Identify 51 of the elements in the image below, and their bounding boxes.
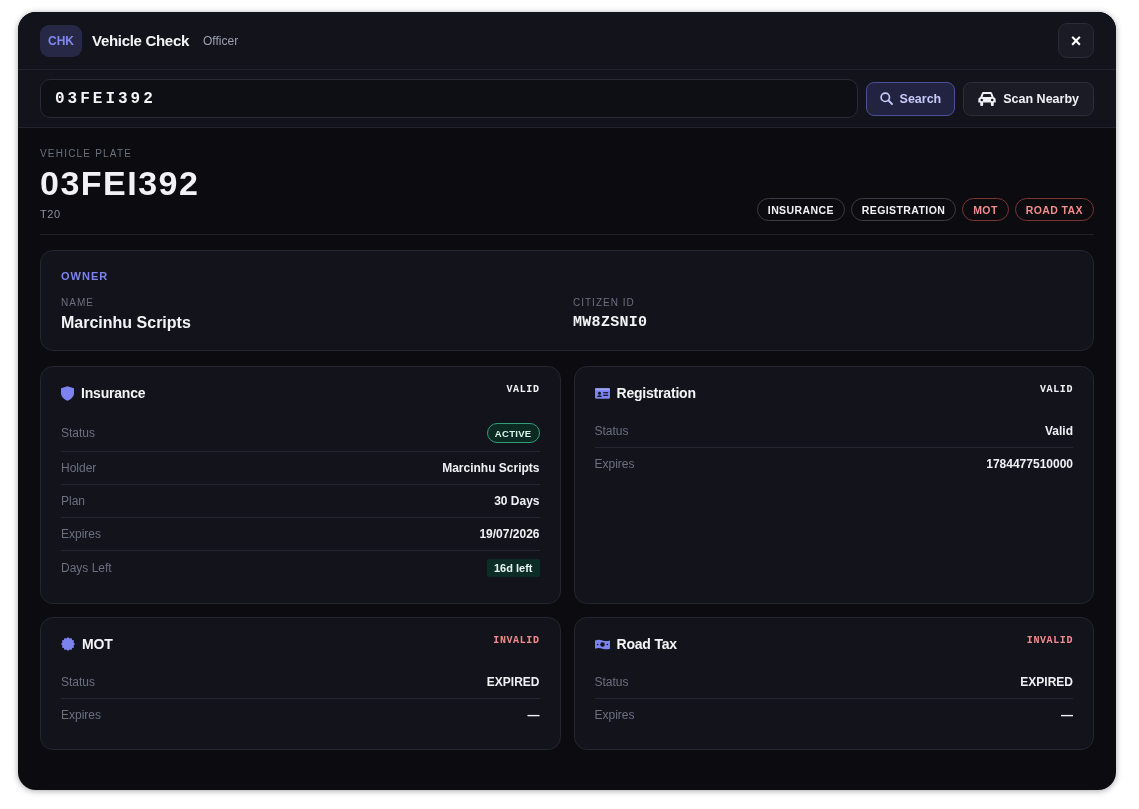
logo-badge: CHK (40, 24, 82, 57)
field-value: Marcinhu Scripts (61, 313, 191, 333)
role-label: Officer (203, 33, 239, 48)
row-value: 30 Days (494, 493, 540, 509)
card-title: Road Tax (616, 636, 677, 652)
card-title: MOT (82, 636, 113, 652)
seal-icon (61, 637, 75, 651)
vehicle-model: T20 (40, 207, 61, 221)
days-left-tag: 16d left (487, 559, 540, 577)
row-value: 1784477510000 (986, 456, 1073, 472)
section-label: VEHICLE PLATE (40, 148, 133, 160)
row-label: Expires (61, 707, 101, 723)
row-value: Marcinhu Scripts (442, 460, 540, 476)
window-title: Vehicle Check (92, 32, 189, 49)
row-value: EXPIRED (486, 674, 540, 690)
row-label: Expires (594, 456, 635, 472)
card-title: Insurance (81, 385, 146, 401)
validity-label: INVALID (493, 634, 540, 648)
row-label: Expires (594, 707, 635, 723)
row-label: Days Left (61, 560, 112, 576)
car-icon (978, 91, 997, 106)
id-card-icon (594, 387, 610, 399)
shield-icon (61, 385, 74, 401)
row-value: 19/07/2026 (479, 526, 540, 542)
row-label: Status (61, 425, 96, 441)
search-button[interactable]: Search (865, 81, 956, 116)
row-label: Plan (61, 493, 86, 509)
row-value: Valid (1045, 423, 1073, 439)
field-label: NAME (61, 297, 94, 309)
plate-number: 03FEI392 (40, 164, 200, 202)
row-label: Status (594, 674, 629, 690)
row-label: Status (594, 423, 629, 439)
validity-label: VALID (506, 383, 540, 397)
close-button[interactable]: × (1058, 23, 1094, 58)
status-pill: ACTIVE (486, 423, 540, 443)
plate-input[interactable]: 03FEI392 (40, 79, 858, 118)
field-label: CITIZEN ID (573, 297, 635, 309)
row-label: Status (61, 674, 96, 690)
row-value: EXPIRED (1020, 674, 1073, 690)
search-icon (879, 92, 893, 105)
row-label: Expires (61, 526, 101, 542)
card-title: Registration (616, 385, 696, 401)
validity-label: INVALID (1026, 634, 1073, 648)
section-title: OWNER (61, 270, 110, 283)
row-value: — (1061, 707, 1073, 723)
scan-button[interactable]: Scan Nearby (963, 81, 1094, 116)
row-label: Holder (61, 460, 97, 476)
banknote-icon (594, 638, 610, 650)
field-value: MW8ZSNI0 (573, 313, 648, 333)
row-value: — (527, 707, 540, 723)
validity-label: VALID (1040, 383, 1073, 397)
